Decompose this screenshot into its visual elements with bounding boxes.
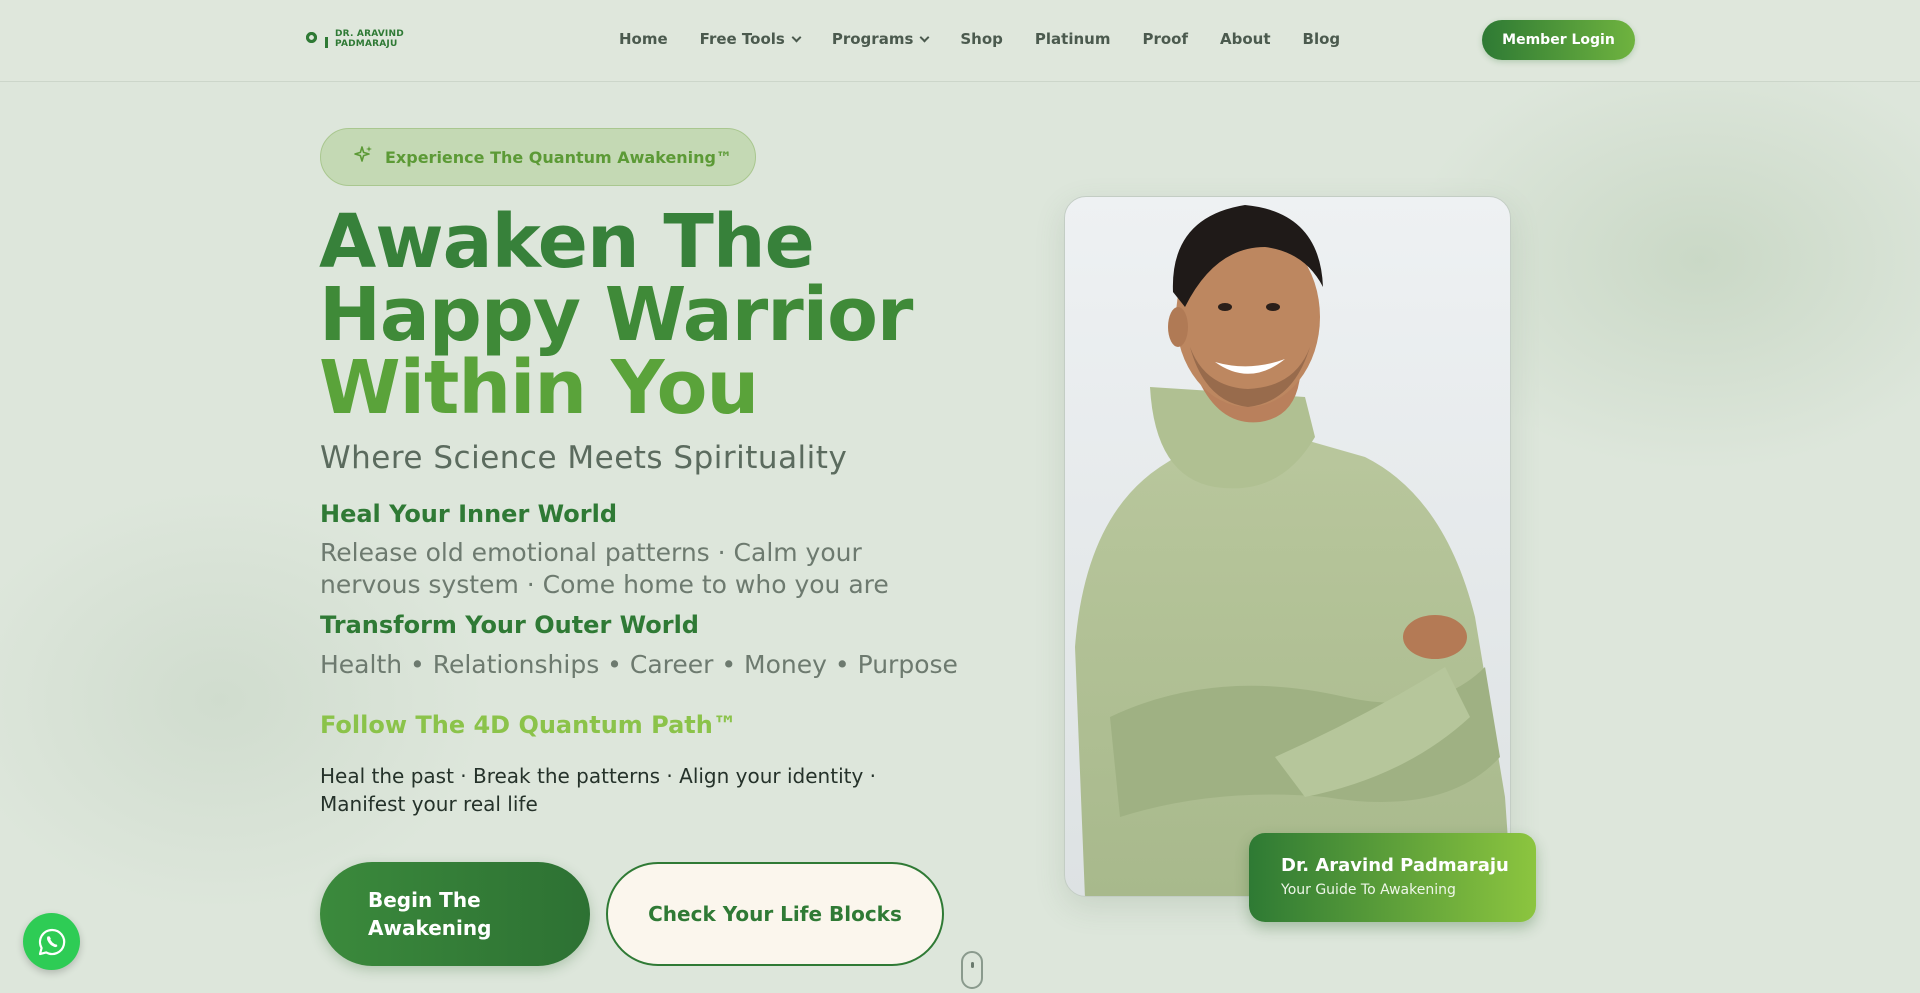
scroll-mouse-icon <box>961 951 983 989</box>
nav-about[interactable]: About <box>1220 30 1271 48</box>
sparkle-icon <box>353 145 373 169</box>
inner-world-body: Release old emotional patterns · Calm yo… <box>320 538 889 599</box>
headline-line-2: Happy Warrior <box>319 272 913 358</box>
hero-badge-label: Experience The Quantum Awakening™ <box>385 147 733 167</box>
whatsapp-icon <box>38 928 65 955</box>
headline-line-3: Within You <box>319 345 759 431</box>
hero-headline: Awaken The Happy Warrior Within You <box>319 199 939 431</box>
person-illustration <box>1075 205 1510 896</box>
nav-programs-label: Programs <box>831 30 914 48</box>
site-header: DR. ARAVIND PADMARAJU Home Free Tools Pr… <box>0 0 1920 82</box>
quantum-path-body: Heal the past · Break the patterns · Ali… <box>320 764 877 816</box>
nav-proof[interactable]: Proof <box>1142 30 1188 48</box>
hero-subtitle: Where Science Meets Spirituality <box>320 440 848 476</box>
profile-photo <box>1064 196 1511 897</box>
chevron-down-icon <box>919 32 930 42</box>
main-nav: Home Free Tools Programs Shop Platinum P… <box>619 30 1372 48</box>
nav-home-label: Home <box>619 30 668 48</box>
nav-programs[interactable]: Programs <box>831 30 930 48</box>
check-life-blocks-button[interactable]: Check Your Life Blocks <box>606 862 944 966</box>
quantum-path-title: Follow The 4D Quantum Path™ <box>320 711 737 739</box>
outer-world-title: Transform Your Outer World <box>320 611 699 639</box>
nav-about-label: About <box>1220 30 1271 48</box>
hero-badge: Experience The Quantum Awakening™ <box>320 128 756 186</box>
nav-platinum[interactable]: Platinum <box>1035 30 1111 48</box>
nav-home[interactable]: Home <box>619 30 668 48</box>
nav-shop-label: Shop <box>960 30 1003 48</box>
logo-text: DR. ARAVIND PADMARAJU <box>335 29 404 49</box>
nav-blog-label: Blog <box>1302 30 1341 48</box>
begin-awakening-label: Begin The Awakening <box>368 888 492 940</box>
profile-name-tag: Dr. Aravind Padmaraju Your Guide To Awak… <box>1249 833 1536 922</box>
logo-line-1: DR. ARAVIND <box>335 29 404 39</box>
headline-line-1: Awaken The <box>319 199 815 285</box>
nav-free-tools[interactable]: Free Tools <box>699 30 802 48</box>
nav-blog[interactable]: Blog <box>1303 30 1341 48</box>
logo-line-2: PADMARAJU <box>335 39 398 49</box>
chevron-down-icon <box>791 32 802 42</box>
begin-awakening-button[interactable]: Begin The Awakening <box>320 862 590 966</box>
nav-free-tools-label: Free Tools <box>699 30 785 48</box>
nav-proof-label: Proof <box>1142 30 1188 48</box>
outer-world-body: Health • Relationships • Career • Money … <box>320 650 958 679</box>
member-login-button[interactable]: Member Login <box>1482 20 1635 60</box>
profile-name: Dr. Aravind Padmaraju <box>1281 855 1509 876</box>
inner-world-title: Heal Your Inner World <box>320 500 617 528</box>
logo-mark-icon <box>306 30 330 48</box>
whatsapp-button[interactable] <box>23 913 80 970</box>
background-glow <box>0 0 1920 993</box>
site-logo[interactable]: DR. ARAVIND PADMARAJU <box>306 29 404 49</box>
profile-role: Your Guide To Awakening <box>1281 882 1456 898</box>
nav-platinum-label: Platinum <box>1034 30 1111 48</box>
nav-shop[interactable]: Shop <box>960 30 1003 48</box>
